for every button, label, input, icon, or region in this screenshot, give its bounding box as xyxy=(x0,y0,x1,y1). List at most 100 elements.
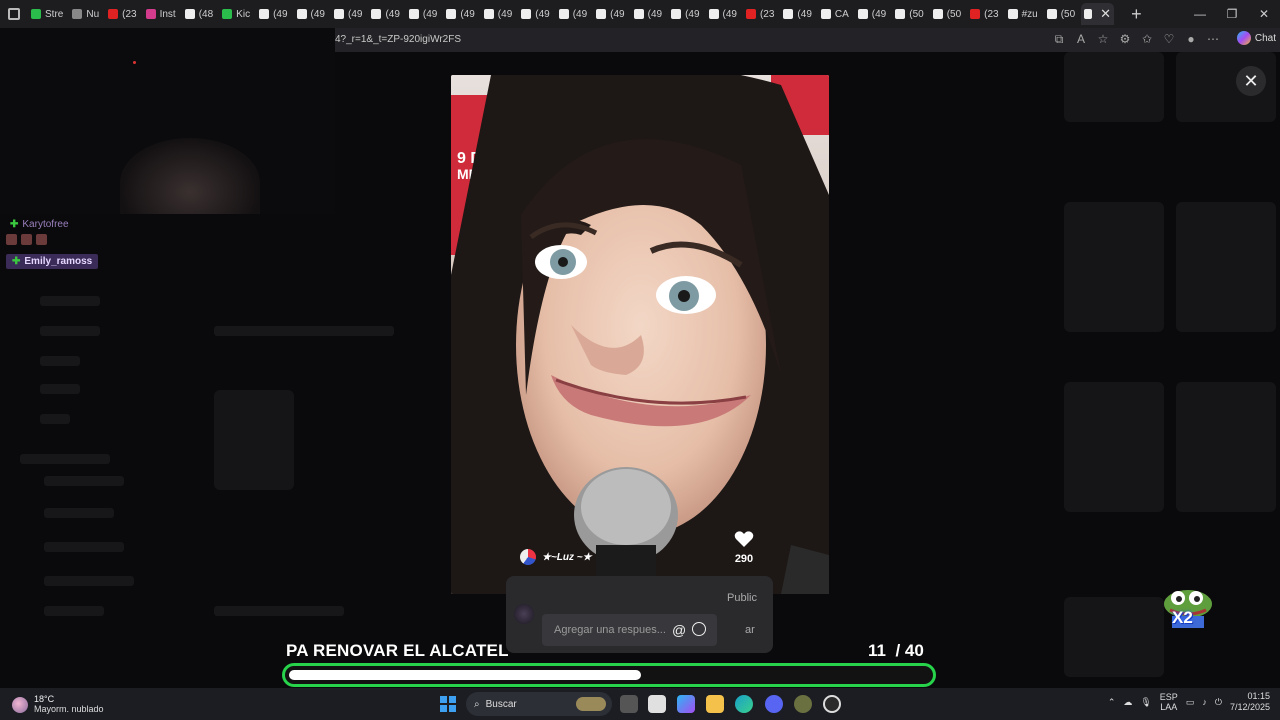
tiktok-icon xyxy=(521,9,532,19)
tab-active[interactable]: ✕ xyxy=(1081,3,1115,25)
browser-tab[interactable]: Nu xyxy=(69,3,102,25)
browser-tab[interactable]: (23 xyxy=(743,3,777,25)
close-window-button[interactable]: ✕ xyxy=(1248,7,1280,21)
taskbar-search[interactable]: ⌕ Buscar xyxy=(466,692,612,716)
tab-label: (49 xyxy=(610,8,625,20)
tab-actions-icon[interactable] xyxy=(8,8,20,20)
author-avatar[interactable] xyxy=(520,549,536,565)
browser-tab[interactable]: Inst xyxy=(143,3,179,25)
translate-icon[interactable]: A xyxy=(1074,32,1088,46)
favorites-icon[interactable]: ✩ xyxy=(1140,32,1154,46)
network-icon[interactable]: ▭ xyxy=(1186,697,1195,708)
close-modal-button[interactable]: ✕ xyxy=(1236,66,1266,96)
tab-label: (49 xyxy=(535,8,550,20)
tab-label: (49 xyxy=(647,8,663,20)
weather-widget[interactable]: 18°C Mayorm. nublado xyxy=(12,694,104,715)
address-bar-icons: ⧉ A ☆ ⚙ ✩ ♡ ● ⋯ xyxy=(1052,32,1220,46)
browser-tab[interactable]: (49 xyxy=(855,3,889,25)
app-icon[interactable] xyxy=(794,695,812,713)
minimize-button[interactable]: — xyxy=(1184,7,1216,21)
search-icon: ⌕ xyxy=(474,698,480,710)
open-app-icon[interactable]: ⧉ xyxy=(1052,32,1066,46)
new-tab-button[interactable]: + xyxy=(1131,4,1142,25)
browser-tab[interactable]: (23 xyxy=(105,3,139,25)
tab-label: #zu xyxy=(1021,8,1038,20)
search-label: Buscar xyxy=(485,698,517,710)
browser-tab[interactable]: (49 xyxy=(518,3,552,25)
reply-input[interactable] xyxy=(542,614,717,646)
edge-icon[interactable] xyxy=(735,695,753,713)
emote-icon xyxy=(21,234,32,245)
tab-close-icon[interactable]: ✕ xyxy=(1100,6,1111,22)
taskbar: 18°C Mayorm. nublado ⌕ Buscar ⌃ ☁ 🎙 ESP … xyxy=(0,688,1280,720)
browser-tab[interactable]: (49 xyxy=(406,3,440,25)
emoji-icon[interactable] xyxy=(692,622,706,636)
browser-tab[interactable]: (49 xyxy=(481,3,515,25)
chat-label: Chat xyxy=(1254,32,1276,44)
browser-tab[interactable]: (48 xyxy=(182,3,216,25)
send-button[interactable]: ar xyxy=(745,624,755,636)
browser-tab[interactable]: Kic xyxy=(219,3,253,25)
browser-tab[interactable]: (49 xyxy=(443,3,477,25)
youtube-icon xyxy=(745,9,756,19)
url-text[interactable]: 4?_r=1&_t=ZP-920igiWr2FS xyxy=(335,34,461,45)
post-video[interactable]: 9 DE MBRE xyxy=(451,75,829,594)
browser-tab[interactable]: (49 xyxy=(256,3,290,25)
tiktok-icon xyxy=(1046,9,1057,19)
volume-icon[interactable]: ♪ xyxy=(1202,697,1207,707)
browser-tab[interactable]: #zu xyxy=(1005,3,1041,25)
language-indicator[interactable]: ESP LAA xyxy=(1160,692,1178,712)
browser-tab[interactable]: (49 xyxy=(368,3,402,25)
browser-tab[interactable]: (49 xyxy=(631,3,665,25)
microphone-icon[interactable]: 🎙 xyxy=(1140,697,1151,708)
discord-icon[interactable] xyxy=(765,695,783,713)
like-button[interactable] xyxy=(733,530,755,553)
battery-icon[interactable]: ⏻ xyxy=(1215,697,1222,708)
copilot-chat-button[interactable]: Chat xyxy=(1236,31,1276,45)
browser-tab[interactable]: (49 xyxy=(780,3,814,25)
browser-tab[interactable]: (50 xyxy=(930,3,964,25)
more-menu-icon[interactable]: ⋯ xyxy=(1206,32,1220,46)
tab-label: CA xyxy=(834,8,849,20)
author-name[interactable]: ★~Luz ~★ xyxy=(542,552,592,563)
clock[interactable]: 01:15 7/12/2025 xyxy=(1230,691,1270,713)
browser-tab[interactable]: (49 xyxy=(294,3,328,25)
maximize-button[interactable]: ❐ xyxy=(1216,7,1248,21)
lang-bottom: LAA xyxy=(1160,702,1178,712)
browser-tab[interactable]: CA xyxy=(818,3,852,25)
browser-tab[interactable]: (49 xyxy=(331,3,365,25)
lang-top: ESP xyxy=(1159,692,1178,702)
extensions-icon[interactable]: ⚙ xyxy=(1118,32,1132,46)
profile-avatar-icon[interactable]: ● xyxy=(1184,32,1198,46)
browser-tab[interactable]: (49 xyxy=(668,3,702,25)
favorite-star-icon[interactable]: ☆ xyxy=(1096,32,1110,46)
browser-tab[interactable]: (50 xyxy=(892,3,926,25)
tab-label: Kic xyxy=(236,8,251,20)
background-page-left xyxy=(0,280,450,680)
browser-tab[interactable]: (50 xyxy=(1044,3,1078,25)
copilot-app-icon[interactable] xyxy=(677,695,695,713)
browser-tab[interactable]: Stre xyxy=(28,3,66,25)
onedrive-icon[interactable]: ☁ xyxy=(1123,697,1132,708)
visibility-label[interactable]: Public xyxy=(727,592,757,604)
post-author[interactable]: ★~Luz ~★ xyxy=(520,549,592,565)
chevron-up-icon[interactable]: ⌃ xyxy=(1108,697,1116,708)
tiktok-icon xyxy=(483,9,494,19)
start-button[interactable] xyxy=(440,696,456,712)
plus-icon: ✚ xyxy=(12,256,21,267)
mention-icon[interactable]: @ xyxy=(672,622,686,638)
browser-tab[interactable]: (49 xyxy=(706,3,740,25)
tab-label: (23 xyxy=(984,8,999,20)
browser-essentials-icon[interactable]: ♡ xyxy=(1162,32,1176,46)
task-view-icon[interactable] xyxy=(620,695,638,713)
file-explorer-icon[interactable] xyxy=(706,695,724,713)
tiktok-icon xyxy=(371,9,382,19)
store-icon[interactable] xyxy=(648,695,666,713)
tab-label: (23 xyxy=(759,8,775,20)
browser-tab[interactable]: (23 xyxy=(967,3,1001,25)
browser-tab[interactable]: (49 xyxy=(556,3,590,25)
obs-icon[interactable] xyxy=(823,695,841,713)
address-bar[interactable]: 4?_r=1&_t=ZP-920igiWr2FS ⧉ A ☆ ⚙ ✩ ♡ ● ⋯… xyxy=(335,28,1280,52)
browser-tab[interactable]: (49 xyxy=(593,3,627,25)
tiktok-icon xyxy=(708,9,719,19)
